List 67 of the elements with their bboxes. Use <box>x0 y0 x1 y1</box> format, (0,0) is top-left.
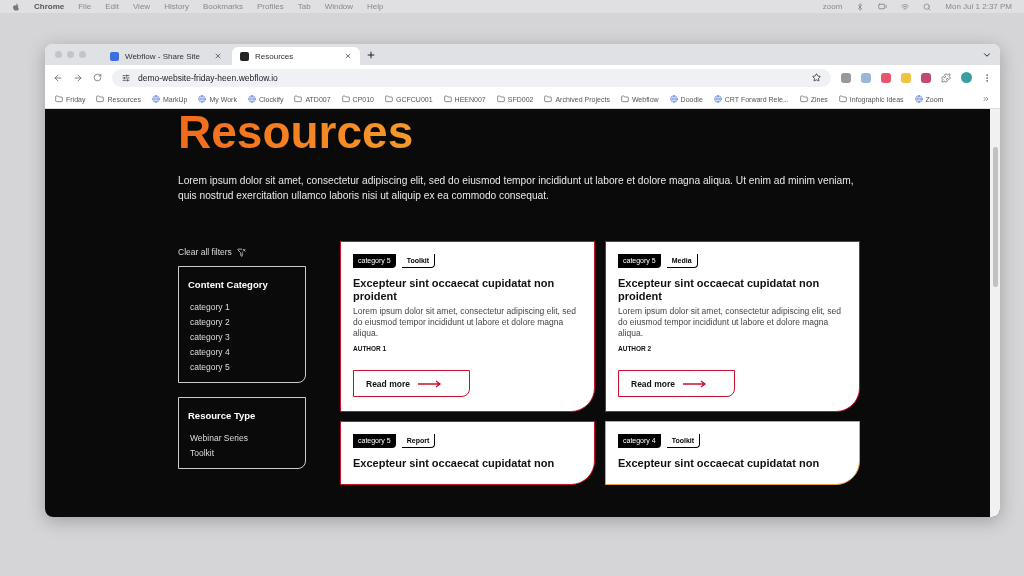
card-title: Excepteur sint occaecat cupidatat non proident <box>618 277 821 302</box>
filter-option[interactable]: category 4 <box>188 344 296 359</box>
filter-clear-icon <box>236 247 246 257</box>
filter-option[interactable]: category 2 <box>188 314 296 329</box>
card-title: Excepteur sint occaecat cupidatat non <box>618 457 821 470</box>
tab-favicon <box>240 51 249 61</box>
filter-option[interactable]: category 1 <box>188 299 296 314</box>
arrow-icon <box>682 379 707 388</box>
search-icon[interactable] <box>923 2 932 11</box>
wifi-icon[interactable] <box>901 2 910 11</box>
address-bar[interactable]: demo-website-friday-heen.webflow.io <box>112 68 831 87</box>
folder-icon <box>294 95 303 103</box>
folder-icon <box>620 95 629 103</box>
filter-option[interactable]: category 5 <box>188 359 296 374</box>
folder-icon <box>96 95 105 103</box>
read-more-button[interactable]: Read more <box>353 370 470 397</box>
bookmark-star-icon[interactable] <box>812 73 821 82</box>
globe-icon <box>669 95 678 103</box>
folder-icon <box>496 95 505 103</box>
bluetooth-icon[interactable] <box>856 2 865 11</box>
arrow-icon <box>417 379 442 388</box>
intro-text: Lorem ipsum dolor sit amet, consectetur adipiscing elit, sed do eiusmod tempor incididunt ut labore et dolore magna aliqua. Ut enim ad minim veniam, quis nostrud exercitation ullamco laboris nisi ut aliquip ex ea commodo consequat. <box>178 174 855 203</box>
close-icon[interactable] <box>344 52 352 60</box>
browser-tab[interactable]: Resources <box>232 47 360 65</box>
extensions-icon[interactable] <box>941 72 951 83</box>
card-title: Excepteur sint occaecat cupidatat non proident <box>353 277 556 302</box>
extension-icon[interactable] <box>921 72 931 83</box>
folder-icon <box>341 95 350 103</box>
folder-icon <box>55 95 63 103</box>
menu-item[interactable]: Chrome <box>34 2 65 11</box>
reload-icon[interactable] <box>93 73 102 82</box>
globe-icon <box>151 95 160 103</box>
folder-icon <box>544 95 553 103</box>
extension-icon[interactable] <box>861 72 871 83</box>
globe-icon <box>247 95 256 103</box>
filter-option[interactable]: category 3 <box>188 329 296 344</box>
back-icon[interactable] <box>53 72 63 83</box>
apple-icon[interactable] <box>12 2 20 11</box>
clear-filters-link[interactable]: Clear all filters <box>178 247 306 257</box>
filter-title: Resource Type <box>188 410 257 421</box>
filter-option[interactable]: Webinar Series <box>188 430 296 445</box>
card-text: Lorem ipsum dolor sit amet, consectetur adipiscing elit, sed do eiusmod tempor incididunt ut labore et dolore magna aliqua. <box>353 306 577 339</box>
globe-icon <box>713 95 722 103</box>
card-title: Excepteur sint occaecat cupidatat non <box>353 457 556 470</box>
card-text: Lorem ipsum dolor sit amet, consectetur adipiscing elit, sed do eiusmod tempor incididunt ut labore et dolore magna aliqua. <box>618 306 842 339</box>
globe-icon <box>914 95 923 103</box>
forward-icon[interactable] <box>73 72 83 83</box>
new-tab-icon[interactable] <box>366 49 376 60</box>
more-bookmarks-icon[interactable] <box>982 95 990 103</box>
filter-option[interactable]: Toolkit <box>188 445 296 460</box>
folder-icon <box>443 95 452 103</box>
folder-icon <box>385 95 393 103</box>
profile-avatar[interactable] <box>961 72 972 83</box>
browser-tab[interactable]: Webflow - Share Site <box>102 47 230 65</box>
tab-favicon <box>110 51 119 61</box>
battery-icon[interactable] <box>878 2 888 11</box>
folder-icon <box>838 95 847 103</box>
folder-icon <box>799 95 808 103</box>
close-icon[interactable] <box>214 52 222 60</box>
read-more-button[interactable]: Read more <box>618 370 735 397</box>
scrollbar-thumb[interactable] <box>992 147 998 287</box>
extension-icon[interactable] <box>841 72 851 83</box>
extension-icon[interactable] <box>881 72 891 83</box>
globe-icon <box>198 95 207 103</box>
site-settings-icon[interactable] <box>122 73 130 82</box>
url-text: demo-website-friday-heen.webflow.io <box>138 72 279 83</box>
filter-title: Content Category <box>188 279 269 290</box>
